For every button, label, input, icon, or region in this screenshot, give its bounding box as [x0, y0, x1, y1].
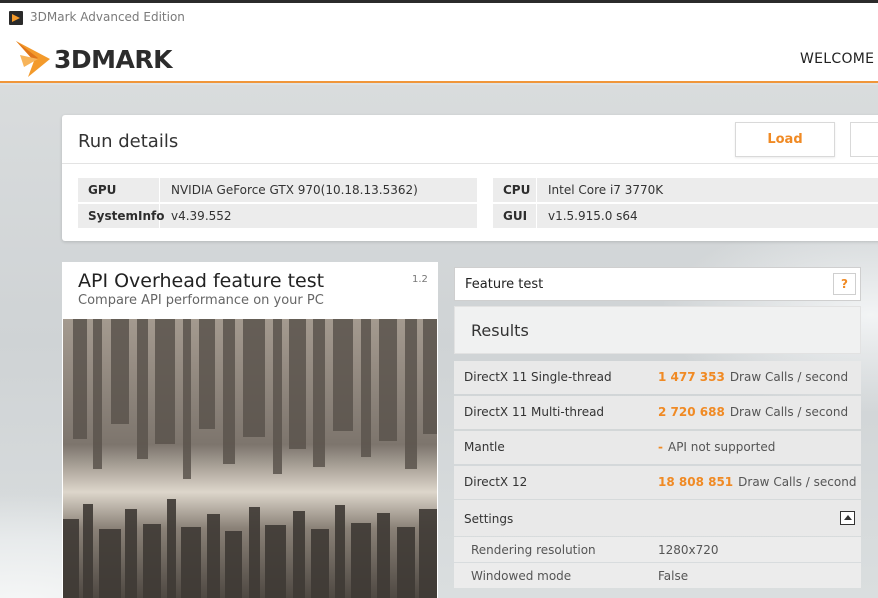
- results-heading: Results: [471, 321, 529, 340]
- settings-header[interactable]: Settings: [454, 500, 861, 536]
- setting-name: Windowed mode: [471, 569, 572, 583]
- logo-wordmark: 3DMARK: [54, 45, 173, 74]
- result-value: 18 808 851: [658, 475, 734, 489]
- window-title-bar: 3DMark Advanced Edition: [0, 0, 878, 34]
- info-value: Intel Core i7 3770K: [548, 183, 664, 197]
- secondary-button[interactable]: [850, 122, 878, 157]
- result-row: Mantle - API not supported: [454, 431, 861, 464]
- result-unit: Draw Calls / second: [738, 475, 857, 489]
- result-name: DirectX 11 Multi-thread: [464, 405, 605, 419]
- run-details-panel: Run details Load GPU NVIDIA GeForce GTX …: [62, 115, 878, 241]
- info-value: NVIDIA GeForce GTX 970(10.18.13.5362): [171, 183, 418, 197]
- info-value: v4.39.552: [171, 209, 232, 223]
- info-value: v1.5.915.0 s64: [548, 209, 638, 223]
- test-scene-image: [63, 319, 437, 598]
- feature-test-selector[interactable]: Feature test ?: [454, 267, 861, 301]
- nav-welcome-tab[interactable]: WELCOME: [800, 51, 874, 67]
- setting-value: False: [658, 569, 689, 583]
- load-button[interactable]: Load: [735, 122, 835, 157]
- run-details-heading: Run details: [78, 131, 179, 152]
- result-name: DirectX 11 Single-thread: [464, 370, 612, 384]
- info-key: CPU: [493, 178, 537, 202]
- result-unit: Draw Calls / second: [729, 405, 849, 419]
- info-key: GUI: [493, 204, 537, 228]
- result-name: Mantle: [464, 440, 505, 454]
- logo-flame-icon: [16, 41, 50, 77]
- results-header: Results: [454, 306, 861, 354]
- help-button[interactable]: ?: [833, 273, 856, 295]
- test-title: API Overhead feature test: [78, 270, 325, 292]
- result-unit: Draw Calls / second: [729, 370, 849, 384]
- result-value: -: [658, 440, 663, 454]
- test-subtitle: Compare API performance on your PC: [78, 293, 324, 308]
- info-key: SystemInfo: [78, 204, 164, 228]
- window-title: 3DMark Advanced Edition: [30, 10, 185, 24]
- setting-row: Rendering resolution 1280x720: [454, 537, 861, 562]
- setting-row: Windowed mode False: [454, 563, 861, 588]
- info-row-gpu: GPU NVIDIA GeForce GTX 970(10.18.13.5362…: [78, 178, 477, 202]
- divider: [62, 163, 878, 164]
- app-icon: [9, 11, 23, 25]
- info-row-systeminfo: SystemInfo v4.39.552: [78, 204, 477, 228]
- result-row: DirectX 11 Single-thread 1 477 353 Draw C…: [454, 361, 861, 394]
- result-name: DirectX 12: [464, 475, 528, 489]
- collapse-icon[interactable]: [840, 511, 855, 525]
- result-row: DirectX 12 18 808 851 Draw Calls / second: [454, 466, 861, 499]
- test-version: 1.2: [412, 274, 428, 285]
- result-value: 2 720 688: [658, 405, 725, 419]
- result-value: 1 477 353: [658, 370, 725, 384]
- app-header: 3DMARK WELCOME: [0, 34, 878, 83]
- settings-heading: Settings: [464, 512, 514, 526]
- info-row-gui: GUI v1.5.915.0 s64: [493, 204, 878, 228]
- result-row: DirectX 11 Multi-thread 2 720 688 Draw Ca…: [454, 396, 861, 429]
- setting-value: 1280x720: [658, 543, 719, 557]
- setting-name: Rendering resolution: [471, 543, 596, 557]
- 3dmark-logo[interactable]: 3DMARK: [14, 37, 173, 79]
- feature-test-label: Feature test: [465, 277, 544, 292]
- result-unit: API not supported: [667, 440, 776, 454]
- feature-test-card: API Overhead feature test Compare API pe…: [62, 262, 438, 598]
- info-key: GPU: [78, 178, 160, 202]
- info-row-cpu: CPU Intel Core i7 3770K: [493, 178, 878, 202]
